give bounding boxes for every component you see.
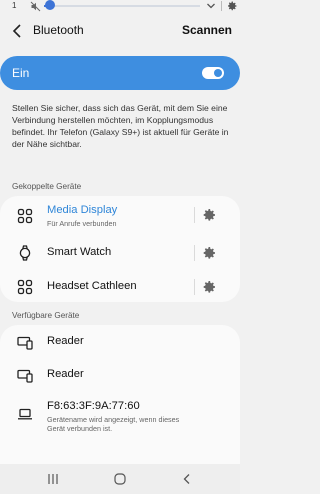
device-subtitle: Gerätename wird angezeigt, wenn dieses G… [47,415,180,433]
home-icon[interactable] [112,472,128,486]
volume-thumb[interactable] [45,0,55,10]
laptop-icon [18,408,32,420]
device-subtitle: Für Anrufe verbunden [47,219,117,228]
gear-icon[interactable] [201,207,217,223]
gear-icon[interactable] [226,0,238,12]
available-devices-label: Verfügbare Geräte [12,311,80,320]
device-name: Smart Watch [47,246,112,258]
bluetooth-toggle-card[interactable]: Ein [0,56,240,90]
devices-icon [17,369,33,383]
recent-apps-icon[interactable] [45,472,61,486]
gear-icon[interactable] [201,279,217,295]
switch-knob [214,69,222,77]
paired-devices-card: Media Display Für Anrufe verbunden Smart… [0,196,240,302]
page-title: Bluetooth [33,23,84,37]
grid-icon [17,279,33,295]
device-name: F8:63:3F:9A:77:60 [47,400,140,412]
paired-device-row[interactable]: Headset Cathleen [0,268,240,306]
back-icon[interactable] [179,472,195,486]
device-name: Reader [47,368,84,380]
device-name: Reader [47,335,84,347]
notification-count: 1 [12,1,17,10]
mute-icon [30,1,41,12]
paired-devices-label: Gekoppelte Geräte [12,182,82,191]
visibility-info-text: Stellen Sie sicher, dass sich das Gerät,… [12,103,229,149]
bluetooth-switch[interactable] [202,67,224,79]
device-name: Media Display [47,204,118,216]
grid-icon [17,208,33,224]
devices-icon [17,336,33,350]
watch-icon [19,245,31,261]
device-name: Headset Cathleen [47,280,137,292]
paired-device-row[interactable]: Smart Watch [0,234,240,272]
row-divider [194,279,195,295]
row-divider [194,245,195,261]
paired-device-row[interactable]: Media Display Für Anrufe verbunden [0,196,240,234]
status-divider [221,1,222,11]
chevron-down-icon[interactable] [205,0,217,12]
volume-slider[interactable] [44,5,200,7]
toggle-label: Ein [12,66,30,80]
app-bar: Bluetooth Scannen [0,18,240,44]
row-divider [194,207,195,223]
available-devices-card: Reader Reader F8:63:3F:9A:77:60 Gerätena… [0,325,240,464]
available-device-row[interactable]: F8:63:3F:9A:77:60 Gerätename wird angeze… [0,391,240,439]
status-bar: 1 [0,0,240,14]
gear-icon[interactable] [201,245,217,261]
navigation-bar [0,464,240,494]
back-arrow-icon[interactable] [8,21,28,41]
scan-button[interactable]: Scannen [182,23,232,37]
